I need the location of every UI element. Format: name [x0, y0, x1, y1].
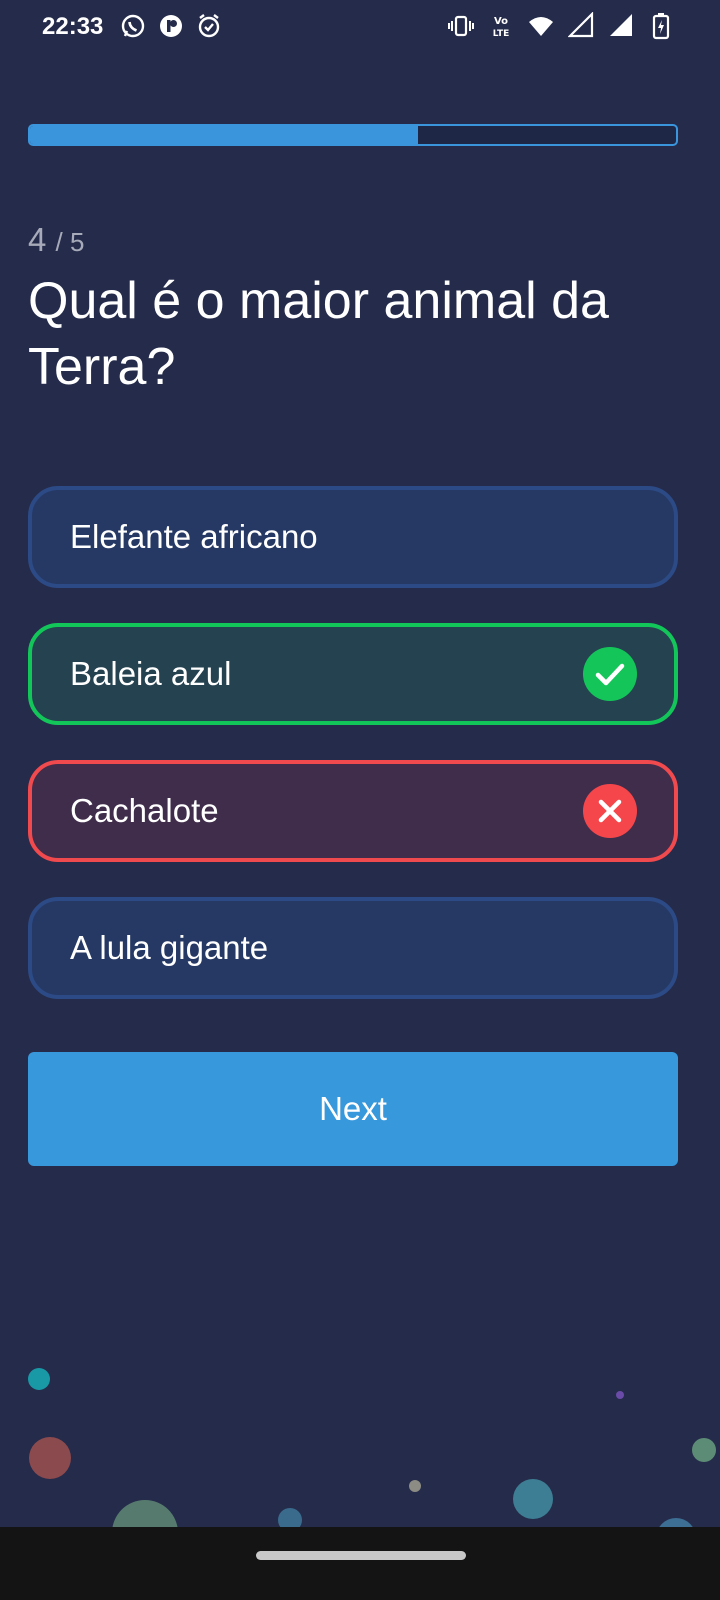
bubble-decoration	[616, 1391, 624, 1399]
battery-charging-icon	[652, 13, 670, 40]
answer-option-label: Elefante africano	[70, 518, 318, 555]
answer-option-label: A lula gigante	[70, 929, 269, 966]
app-icon	[160, 15, 182, 37]
answer-option-4[interactable]: A lula gigante	[28, 897, 678, 999]
bubble-decoration	[692, 1438, 716, 1462]
question-text: Qual é o maior animal da Terra?	[28, 272, 609, 396]
answer-option-3[interactable]: Cachalote	[28, 760, 678, 862]
total-questions: / 5	[55, 227, 85, 257]
status-notification-icons	[120, 12, 222, 40]
vibrate-icon	[448, 15, 474, 37]
current-question-number: 4	[28, 221, 47, 258]
status-bar: 22:33 Vo LTE	[0, 0, 720, 56]
question-counter: 4 / 5	[28, 222, 84, 260]
bubble-decoration	[409, 1480, 421, 1492]
whatsapp-icon	[121, 14, 145, 38]
answer-option-label: Baleia azul	[70, 655, 232, 692]
svg-text:Vo: Vo	[494, 16, 508, 27]
next-button[interactable]: Next	[28, 1052, 678, 1166]
svg-text:LTE: LTE	[493, 29, 510, 39]
volte-icon: Vo LTE	[493, 16, 510, 39]
wrong-close-icon	[583, 784, 637, 838]
system-navigation-bar	[0, 1527, 720, 1600]
answer-option-label: Cachalote	[70, 792, 219, 829]
signal-icon-2	[610, 14, 632, 36]
signal-icon	[568, 12, 594, 38]
answer-option-2[interactable]: Baleia azul	[28, 623, 678, 725]
bubble-decoration	[29, 1437, 71, 1479]
wifi-icon	[529, 17, 553, 36]
status-time: 22:33	[42, 13, 104, 40]
correct-check-icon	[583, 647, 637, 701]
home-gesture-handle[interactable]	[256, 1551, 466, 1560]
quiz-progress-bar	[28, 124, 678, 146]
answer-option-1[interactable]: Elefante africano	[28, 486, 678, 588]
bubble-decoration	[28, 1368, 50, 1390]
alarm-icon	[198, 14, 220, 38]
quiz-progress-fill	[30, 126, 418, 144]
status-system-icons: Vo LTE	[448, 12, 674, 40]
bubble-decoration	[513, 1479, 553, 1519]
